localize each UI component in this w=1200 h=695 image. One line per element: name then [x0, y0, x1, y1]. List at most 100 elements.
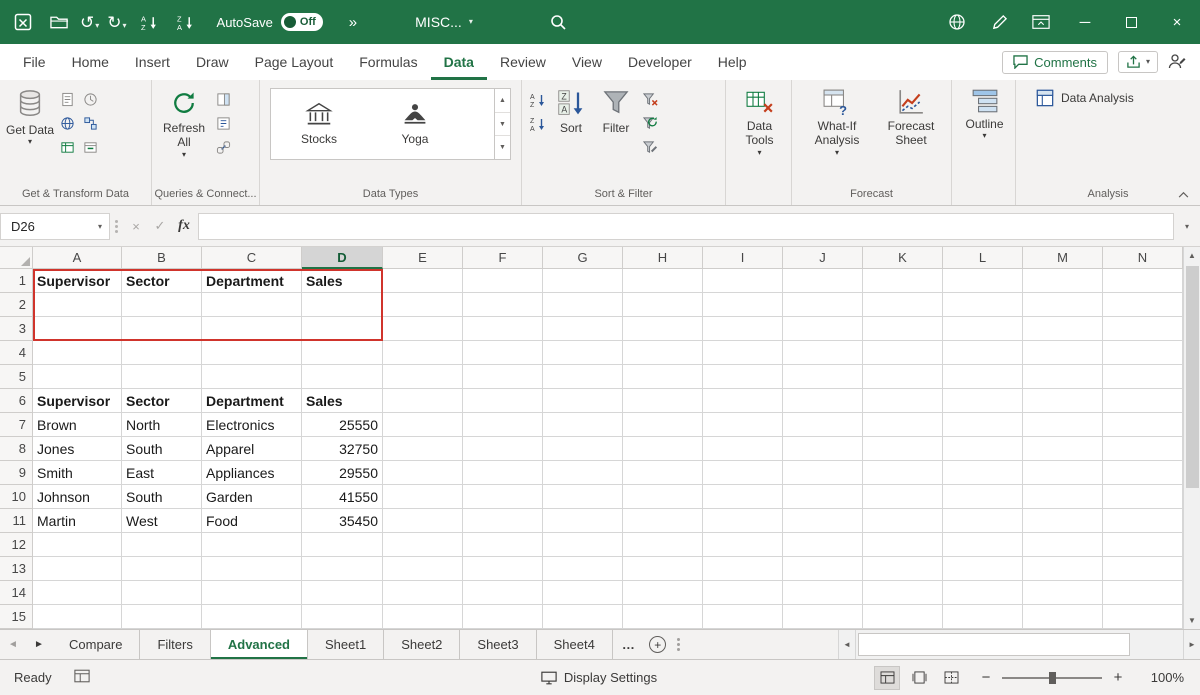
cell-J4[interactable]	[783, 341, 863, 365]
sheet-tab-compare[interactable]: Compare	[52, 630, 141, 659]
cell-L13[interactable]	[943, 557, 1023, 581]
cell-D8[interactable]: 32750	[302, 437, 383, 461]
cell-L1[interactable]	[943, 269, 1023, 293]
normal-view-button[interactable]	[874, 665, 900, 690]
cell-L11[interactable]	[943, 509, 1023, 533]
enter-button[interactable]: ✓	[148, 213, 172, 240]
cell-K3[interactable]	[863, 317, 943, 341]
cell-A8[interactable]: Jones	[33, 437, 122, 461]
cell-K1[interactable]	[863, 269, 943, 293]
gallery-scroll-up-button[interactable]: ▲	[495, 89, 510, 113]
tab-file[interactable]: File	[10, 44, 59, 80]
sheet-tab-sheet4[interactable]: Sheet4	[537, 630, 613, 659]
cell-E14[interactable]	[383, 581, 463, 605]
cell-H8[interactable]	[623, 437, 703, 461]
tab-help[interactable]: Help	[705, 44, 760, 80]
cell-A12[interactable]	[33, 533, 122, 557]
column-header-N[interactable]: N	[1103, 247, 1183, 269]
cell-F4[interactable]	[463, 341, 543, 365]
cell-E8[interactable]	[383, 437, 463, 461]
cell-D14[interactable]	[302, 581, 383, 605]
tab-draw[interactable]: Draw	[183, 44, 242, 80]
cell-J11[interactable]	[783, 509, 863, 533]
forecast-sheet-button[interactable]: Forecast Sheet	[878, 83, 944, 183]
column-header-E[interactable]: E	[383, 247, 463, 269]
sheet-tab-sheet2[interactable]: Sheet2	[384, 630, 461, 659]
cell-I4[interactable]	[703, 341, 783, 365]
row-header-4[interactable]: 4	[0, 341, 33, 365]
sort-z-to-a-button[interactable]: ZA	[529, 115, 546, 132]
from-text-csv-icon[interactable]	[59, 91, 76, 108]
cell-F11[interactable]	[463, 509, 543, 533]
cell-N13[interactable]	[1103, 557, 1183, 581]
cell-K12[interactable]	[863, 533, 943, 557]
column-header-M[interactable]: M	[1023, 247, 1103, 269]
column-header-G[interactable]: G	[543, 247, 623, 269]
row-header-7[interactable]: 7	[0, 413, 33, 437]
cell-A11[interactable]: Martin	[33, 509, 122, 533]
sheet-tab-sheet1[interactable]: Sheet1	[308, 630, 385, 659]
column-header-A[interactable]: A	[33, 247, 122, 269]
cell-E15[interactable]	[383, 605, 463, 629]
cell-C6[interactable]: Department	[202, 389, 302, 413]
cell-J14[interactable]	[783, 581, 863, 605]
cell-N6[interactable]	[1103, 389, 1183, 413]
column-header-B[interactable]: B	[122, 247, 202, 269]
cell-G15[interactable]	[543, 605, 623, 629]
cell-N15[interactable]	[1103, 605, 1183, 629]
cell-J13[interactable]	[783, 557, 863, 581]
cell-N1[interactable]	[1103, 269, 1183, 293]
share-button[interactable]: ▾	[1117, 51, 1158, 73]
cell-N8[interactable]	[1103, 437, 1183, 461]
cell-J7[interactable]	[783, 413, 863, 437]
cell-G8[interactable]	[543, 437, 623, 461]
cell-L4[interactable]	[943, 341, 1023, 365]
cell-N3[interactable]	[1103, 317, 1183, 341]
cell-H4[interactable]	[623, 341, 703, 365]
more-sheets-button[interactable]: …	[613, 630, 644, 659]
column-header-K[interactable]: K	[863, 247, 943, 269]
sheet-tab-sheet3[interactable]: Sheet3	[460, 630, 537, 659]
cell-B1[interactable]: Sector	[122, 269, 202, 293]
row-header-5[interactable]: 5	[0, 365, 33, 389]
properties-icon[interactable]	[215, 115, 232, 132]
from-table-range-icon[interactable]	[59, 139, 76, 156]
row-header-13[interactable]: 13	[0, 557, 33, 581]
globe-icon[interactable]	[936, 0, 978, 44]
cell-G9[interactable]	[543, 461, 623, 485]
formula-input[interactable]	[198, 212, 1174, 240]
cell-M10[interactable]	[1023, 485, 1103, 509]
cell-M2[interactable]	[1023, 293, 1103, 317]
row-header-9[interactable]: 9	[0, 461, 33, 485]
advanced-filter-icon[interactable]	[642, 139, 659, 156]
cell-C1[interactable]: Department	[202, 269, 302, 293]
more-commands-button[interactable]: »	[349, 14, 357, 31]
cell-L7[interactable]	[943, 413, 1023, 437]
cell-K2[interactable]	[863, 293, 943, 317]
cell-M12[interactable]	[1023, 533, 1103, 557]
cell-G7[interactable]	[543, 413, 623, 437]
cell-D10[interactable]: 41550	[302, 485, 383, 509]
cell-J9[interactable]	[783, 461, 863, 485]
select-all-button[interactable]	[0, 247, 33, 269]
cell-F2[interactable]	[463, 293, 543, 317]
cell-A2[interactable]	[33, 293, 122, 317]
row-header-10[interactable]: 10	[0, 485, 33, 509]
search-icon[interactable]	[545, 7, 571, 37]
cell-C4[interactable]	[202, 341, 302, 365]
cell-H15[interactable]	[623, 605, 703, 629]
cell-J10[interactable]	[783, 485, 863, 509]
cell-C7[interactable]: Electronics	[202, 413, 302, 437]
cell-N2[interactable]	[1103, 293, 1183, 317]
cell-E6[interactable]	[383, 389, 463, 413]
yoga-button[interactable]: Yoga	[367, 89, 463, 159]
cell-L8[interactable]	[943, 437, 1023, 461]
cell-F5[interactable]	[463, 365, 543, 389]
sort-descending-icon[interactable]: ZA	[173, 7, 199, 37]
gallery-scroll-down-button[interactable]: ▼	[495, 113, 510, 137]
cell-H10[interactable]	[623, 485, 703, 509]
cell-I6[interactable]	[703, 389, 783, 413]
cell-A6[interactable]: Supervisor	[33, 389, 122, 413]
cell-H2[interactable]	[623, 293, 703, 317]
cell-D5[interactable]	[302, 365, 383, 389]
